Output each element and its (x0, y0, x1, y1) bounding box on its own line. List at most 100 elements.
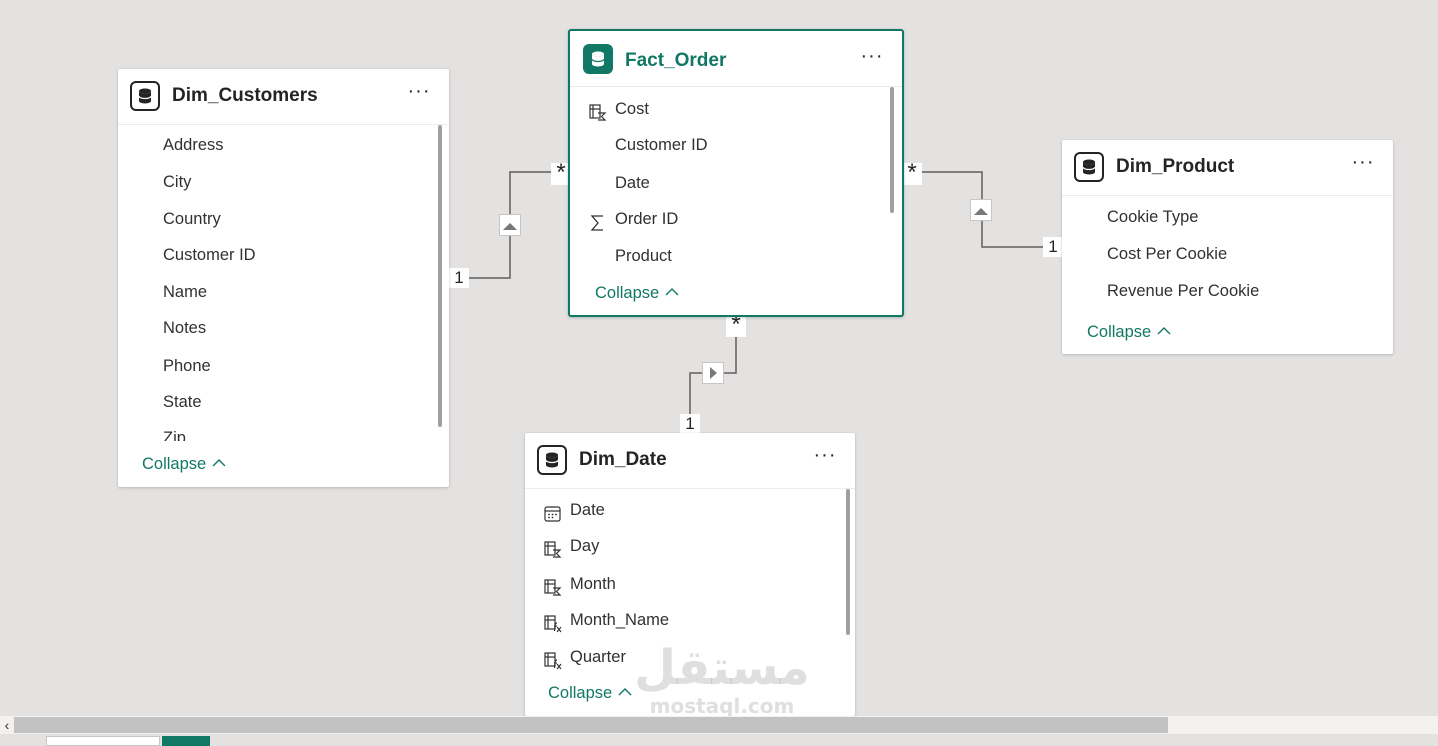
table-title: Dim_Date (579, 449, 667, 470)
field-row[interactable]: Phone (118, 348, 435, 384)
collapse-label: Collapse (548, 684, 613, 702)
scroll-left-icon[interactable]: ‹ (0, 716, 14, 734)
more-options-button[interactable]: ··· (1351, 152, 1375, 174)
field-row[interactable]: City (118, 164, 435, 200)
field-row[interactable]: Revenue Per Cookie (1062, 273, 1379, 309)
cross-filter-direction-icon[interactable] (970, 199, 992, 221)
field-row[interactable]: Customer ID (570, 127, 888, 163)
field-label: Address (163, 136, 224, 154)
cross-filter-direction-icon[interactable] (499, 214, 521, 236)
table-card-dim-product[interactable]: Dim_Product ··· Cookie Type Cost Per Coo… (1062, 140, 1393, 354)
scrollbar-thumb[interactable] (438, 125, 442, 427)
field-list: Cost Customer ID Date Order ID Product (570, 91, 902, 287)
field-label: Date (615, 174, 650, 192)
field-row[interactable]: Cookie Type (1062, 199, 1379, 235)
field-list: Date Day Month Month_Name Quarter (525, 492, 855, 678)
field-row[interactable]: Order ID (570, 201, 888, 237)
page-tab[interactable] (46, 736, 160, 746)
chevron-up-icon (665, 283, 679, 302)
field-row[interactable]: Date (525, 492, 841, 528)
field-row[interactable]: Country (118, 201, 435, 237)
field-label: Name (163, 283, 208, 301)
cardinality-many-product: * (902, 161, 922, 185)
table-header[interactable]: Fact_Order ··· (570, 31, 902, 87)
table-header[interactable]: Dim_Customers ··· (118, 69, 449, 125)
horizontal-scrollbar-thumb[interactable] (14, 717, 1168, 733)
field-label: Cost (615, 100, 649, 118)
field-label: Month_Name (570, 611, 670, 629)
field-row[interactable]: Customer ID (118, 237, 435, 273)
collapse-button[interactable]: Collapse (548, 684, 632, 703)
more-options-button[interactable]: ··· (860, 46, 884, 68)
cardinality-one-customers: 1 (449, 268, 469, 288)
table-title: Fact_Order (625, 50, 727, 71)
scrollbar-thumb[interactable] (846, 489, 850, 635)
calculated-fx-icon (543, 611, 563, 633)
field-label: Zip (163, 429, 186, 441)
field-row[interactable]: Month_Name (525, 602, 841, 638)
field-label: Month (570, 575, 616, 593)
field-label: City (163, 173, 192, 191)
field-label: Day (570, 537, 600, 555)
cardinality-one-product: 1 (1043, 237, 1063, 257)
table-icon (537, 445, 567, 475)
field-label: Customer ID (163, 246, 256, 264)
field-label: Quarter (570, 648, 626, 666)
cardinality-many-date: * (726, 313, 746, 337)
field-label: Customer ID (615, 136, 708, 154)
calculated-column-icon (588, 100, 608, 121)
collapse-label: Collapse (1087, 323, 1152, 341)
field-list: Cookie Type Cost Per Cookie Revenue Per … (1062, 199, 1393, 311)
calendar-icon (543, 501, 563, 522)
field-row[interactable]: Day (525, 528, 841, 564)
collapse-button[interactable]: Collapse (142, 455, 226, 474)
collapse-button[interactable]: Collapse (1087, 323, 1171, 342)
field-label: State (163, 393, 202, 411)
page-tabs-bar (0, 734, 1438, 746)
field-list: Address City Country Customer ID Name No… (118, 127, 449, 441)
cross-filter-direction-icon[interactable] (702, 362, 724, 384)
collapse-label: Collapse (142, 455, 207, 473)
table-icon (130, 81, 160, 111)
field-row[interactable]: Name (118, 274, 435, 310)
more-options-button[interactable]: ··· (813, 445, 837, 467)
field-row[interactable]: Date (570, 165, 888, 201)
cardinality-one-date: 1 (680, 414, 700, 434)
field-row[interactable]: Month (525, 566, 841, 602)
chevron-up-icon (1157, 322, 1171, 341)
field-label: Cookie Type (1107, 208, 1199, 226)
field-label: Phone (163, 357, 211, 375)
field-row[interactable]: Notes (118, 310, 435, 346)
field-row[interactable]: Product (570, 238, 888, 274)
calculated-column-icon (543, 575, 563, 596)
collapse-label: Collapse (595, 284, 660, 302)
field-row[interactable]: Cost (570, 91, 888, 127)
table-title: Dim_Customers (172, 85, 318, 106)
field-label: Revenue Per Cookie (1107, 282, 1260, 300)
table-card-dim-customers[interactable]: Dim_Customers ··· Address City Country C… (118, 69, 449, 487)
sigma-icon (588, 210, 608, 231)
field-label: Notes (163, 319, 207, 337)
table-icon (583, 44, 613, 74)
table-header[interactable]: Dim_Product ··· (1062, 140, 1393, 196)
chevron-up-icon (618, 683, 632, 702)
field-row[interactable]: Address (118, 127, 435, 163)
table-header[interactable]: Dim_Date ··· (525, 433, 855, 489)
field-row[interactable]: Zip (118, 420, 435, 441)
field-label: Product (615, 247, 672, 265)
calculated-column-icon (543, 537, 563, 558)
calculated-fx-icon (543, 648, 563, 670)
page-tab-active[interactable] (162, 736, 210, 746)
collapse-button[interactable]: Collapse (595, 284, 679, 303)
field-label: Order ID (615, 210, 679, 228)
scrollbar-thumb[interactable] (890, 87, 894, 213)
chevron-up-icon (212, 454, 226, 473)
table-card-fact-order[interactable]: Fact_Order ··· Cost Customer ID Date Ord… (568, 29, 904, 317)
field-label: Cost Per Cookie (1107, 245, 1228, 263)
more-options-button[interactable]: ··· (407, 81, 431, 103)
field-row[interactable]: Cost Per Cookie (1062, 236, 1379, 272)
field-row[interactable]: State (118, 384, 435, 420)
table-card-dim-date[interactable]: Dim_Date ··· Date Day Month Month_Name Q… (525, 433, 855, 716)
table-icon (1074, 152, 1104, 182)
field-row[interactable]: Quarter (525, 639, 841, 675)
